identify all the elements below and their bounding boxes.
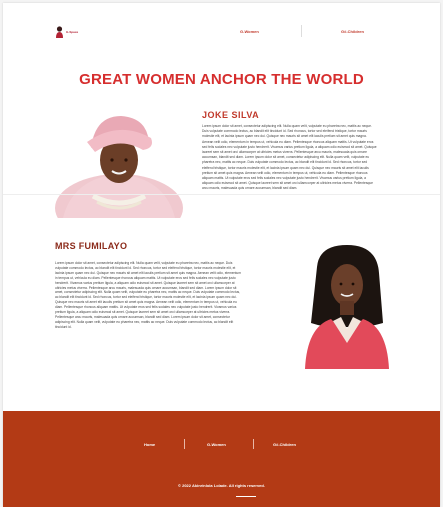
nav-link-g-children[interactable]: G#-Children [341,29,364,34]
footer-link-g-children[interactable]: G#-Children [273,442,296,447]
portrait-joke-silva [43,108,185,218]
footer-underline [236,496,256,497]
profile-name: MRS FUMILAYO [55,241,128,251]
logo-text: G-Space [66,30,79,34]
woman-silhouette-icon [56,26,63,38]
section-divider [3,194,440,195]
profile-bio: Lorem ipsum dolor sit amet, consectetur … [55,261,241,329]
footer: Home G-Women G#-Children © 2022 Akinrinl… [3,411,440,507]
portrait-mrs-fumilayo [301,243,393,369]
top-nav: G-Space G-Women G#-Children [3,3,440,59]
logo[interactable]: G-Space [55,26,78,38]
page: G-Space G-Women G#-Children GREAT WOMEN … [3,3,440,507]
copyright-text: © 2022 Akinrinlola Lolade. All rights re… [178,483,265,488]
footer-link-g-women[interactable]: G-Women [207,442,226,447]
nav-divider [301,25,302,37]
nav-link-g-women[interactable]: G-Women [240,29,259,34]
profile-name: JOKE SILVA [202,110,260,120]
footer-link-home[interactable]: Home [144,442,155,447]
footer-divider [253,439,254,449]
footer-divider [184,439,185,449]
profile-bio: Lorem ipsum dolor sit amet, consectetur … [202,124,377,191]
page-title: GREAT WOMEN ANCHOR THE WORLD [79,71,364,88]
